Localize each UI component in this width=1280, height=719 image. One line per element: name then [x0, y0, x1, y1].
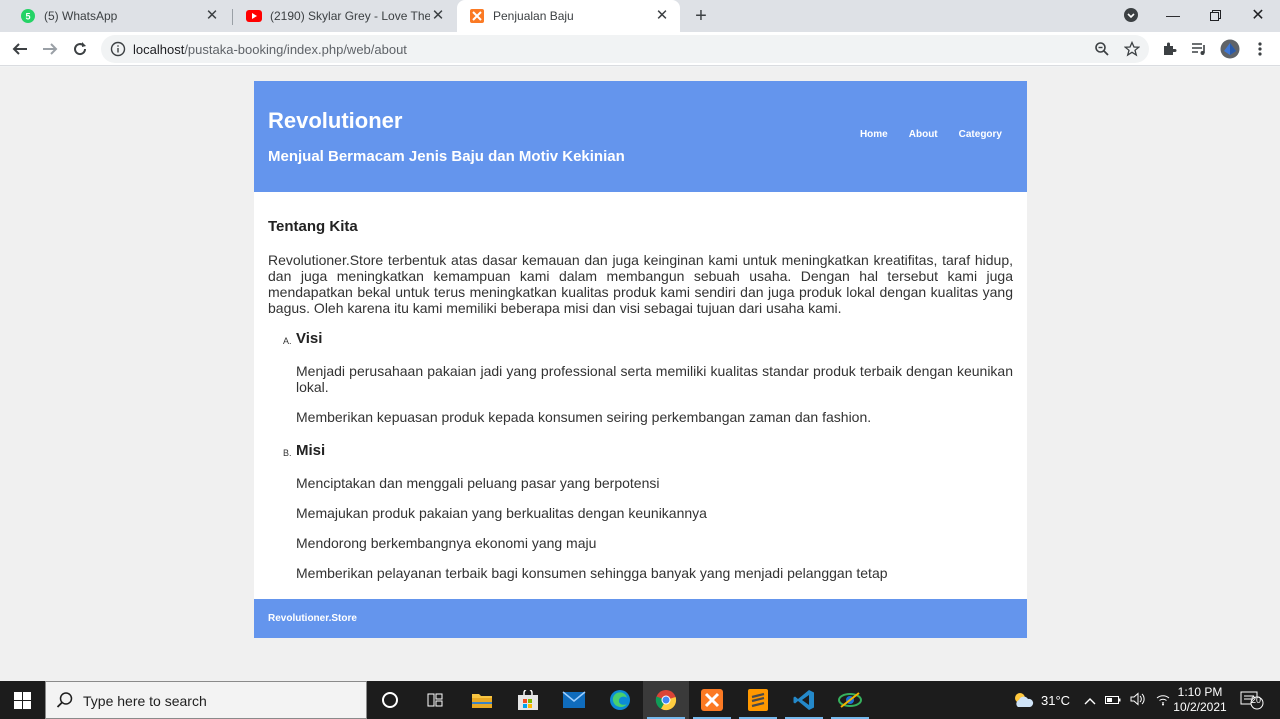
minimize-button[interactable]: —: [1152, 0, 1194, 30]
about-content: Tentang Kita Revolutioner.Store terbentu…: [254, 192, 1027, 599]
site-footer: Revolutioner.Store: [254, 599, 1027, 638]
list-marker: B.: [283, 448, 292, 458]
close-window-button[interactable]: ✕: [1237, 0, 1279, 30]
edge-icon[interactable]: [597, 681, 643, 719]
tab-title: (5) WhatsApp: [44, 9, 118, 23]
battery-icon[interactable]: [1105, 693, 1121, 708]
profile-avatar[interactable]: [1218, 37, 1242, 61]
main-menu: Home About Category: [860, 129, 1002, 140]
site-header: Revolutioner Menjual Bermacam Jenis Baju…: [254, 81, 1027, 192]
chrome-menu-icon[interactable]: [1248, 37, 1272, 61]
clock-time: 1:10 PM: [1177, 685, 1223, 699]
menu-category-link[interactable]: Category: [959, 129, 1002, 140]
misi-item: Menciptakan dan menggali peluang pasar y…: [296, 475, 660, 491]
xampp-icon: [469, 8, 485, 24]
taskbar-clock[interactable]: 1:10 PM 10/2/2021: [1170, 685, 1230, 715]
tab-search-button[interactable]: [1110, 0, 1152, 30]
close-tab-icon[interactable]: ✕: [204, 8, 220, 24]
mail-icon[interactable]: [551, 681, 597, 719]
close-tab-icon[interactable]: ✕: [654, 8, 670, 24]
about-heading: Tentang Kita: [268, 218, 358, 235]
chrome-icon[interactable]: [643, 681, 689, 719]
search-icon: [56, 691, 74, 709]
store-icon[interactable]: [505, 681, 551, 719]
url-path: /pustaka-booking/index.php/web/about: [184, 42, 407, 57]
network-app-icon[interactable]: [827, 681, 873, 719]
clock-date: 10/2/2021: [1173, 700, 1227, 714]
cortana-icon[interactable]: [367, 681, 413, 719]
address-bar[interactable]: localhost/pustaka-booking/index.php/web/…: [101, 35, 1149, 63]
vision-mission-list: A. Visi Menjadi perusahaan pakaian jadi …: [268, 330, 1013, 581]
tab-penjualan-baju[interactable]: Penjualan Baju ✕: [457, 0, 680, 32]
misi-item: Mendorong berkembangnya ekonomi yang maj…: [296, 535, 597, 551]
list-marker: A.: [283, 336, 292, 346]
tab-title: Penjualan Baju: [493, 9, 574, 23]
about-intro: Revolutioner.Store terbentuk atas dasar …: [268, 252, 1013, 316]
back-button[interactable]: [8, 37, 32, 61]
tab-whatsapp[interactable]: 5 (5) WhatsApp ✕: [8, 0, 230, 32]
close-tab-icon[interactable]: ✕: [430, 8, 446, 24]
tray-icons: [1084, 681, 1171, 719]
start-button[interactable]: [0, 681, 45, 719]
url-text: localhost/pustaka-booking/index.php/web/…: [133, 42, 407, 57]
xampp-icon[interactable]: [689, 681, 735, 719]
forward-button[interactable]: [38, 37, 62, 61]
whatsapp-icon: 5: [20, 8, 36, 24]
weather-temp: 31°C: [1041, 692, 1071, 708]
menu-home-link[interactable]: Home: [860, 129, 888, 140]
taskbar-search-box[interactable]: Type here to search: [45, 681, 367, 719]
bookmark-star-icon[interactable]: [1120, 37, 1144, 61]
visi-section: A. Visi Menjadi perusahaan pakaian jadi …: [268, 330, 1013, 425]
weather-widget[interactable]: 31°C: [1012, 681, 1070, 719]
menu-about-link[interactable]: About: [909, 129, 938, 140]
notification-center-button[interactable]: 20: [1240, 681, 1264, 719]
visi-item: Menjadi perusahaan pakaian jadi yang pro…: [296, 363, 1013, 395]
tab-separator: [232, 9, 233, 25]
file-explorer-icon[interactable]: [459, 681, 505, 719]
misi-heading: Misi: [296, 442, 326, 459]
extensions-icon[interactable]: [1157, 37, 1181, 61]
svg-text:5: 5: [25, 12, 30, 22]
tab-strip: 5 (5) WhatsApp ✕ (2190) Skylar Grey - Lo…: [0, 0, 1280, 32]
site-brand: Revolutioner: [268, 108, 403, 133]
url-host: localhost: [133, 42, 185, 57]
wifi-icon[interactable]: [1155, 692, 1171, 709]
youtube-icon: [246, 8, 262, 24]
notification-count: 20: [1251, 695, 1262, 705]
page-viewport: Revolutioner Menjual Bermacam Jenis Baju…: [0, 67, 1280, 681]
visi-heading: Visi: [296, 330, 323, 347]
tab-youtube[interactable]: (2190) Skylar Grey - Love The Wa ✕: [234, 0, 456, 32]
task-view-icon[interactable]: [413, 681, 459, 719]
zoom-icon[interactable]: [1090, 37, 1114, 61]
vscode-icon[interactable]: [781, 681, 827, 719]
reload-button[interactable]: [68, 37, 92, 61]
new-tab-button[interactable]: +: [690, 5, 712, 27]
restore-button[interactable]: [1194, 0, 1236, 30]
browser-toolbar: localhost/pustaka-booking/index.php/web/…: [0, 32, 1280, 66]
weather-cloud-icon: [1015, 693, 1034, 707]
misi-item: Memajukan produk pakaian yang berkualita…: [296, 505, 707, 521]
search-placeholder: Type here to search: [83, 693, 207, 709]
misi-section: B. Misi Menciptakan dan menggali peluang…: [268, 442, 1013, 581]
volume-icon[interactable]: [1130, 691, 1146, 709]
tab-title: (2190) Skylar Grey - Love The Wa: [270, 9, 430, 23]
media-control-icon[interactable]: [1187, 37, 1211, 61]
sublime-icon[interactable]: [735, 681, 781, 719]
chevron-up-icon[interactable]: [1084, 693, 1096, 708]
site-container: Revolutioner Menjual Bermacam Jenis Baju…: [254, 81, 1027, 638]
site-tagline: Menjual Bermacam Jenis Baju dan Motiv Ke…: [268, 148, 625, 165]
windows-taskbar: Type here to search 31°C 1:10 PM 10/2/20…: [0, 681, 1280, 719]
visi-item: Memberikan kepuasan produk kepada konsum…: [296, 409, 872, 425]
footer-text: Revolutioner.Store: [268, 613, 357, 624]
misi-item: Memberikan pelayanan terbaik bagi konsum…: [296, 565, 888, 581]
info-icon[interactable]: [110, 41, 126, 57]
